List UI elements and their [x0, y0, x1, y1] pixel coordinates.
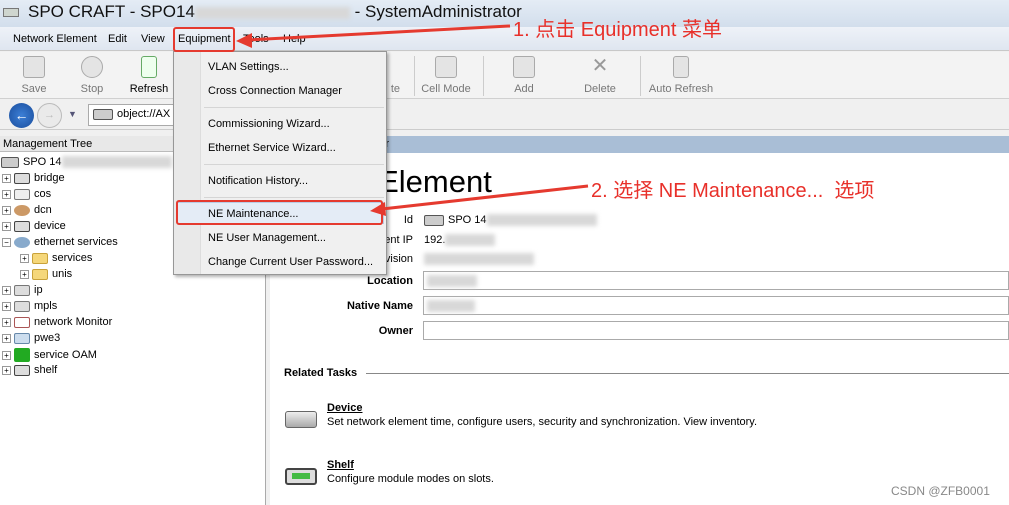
annotation-step-1: 1. 点击 Equipment 菜单	[513, 19, 722, 41]
arrow-1	[247, 24, 511, 42]
watermark: CSDN @ZFB0001	[891, 484, 990, 498]
arrowhead-2-icon	[370, 202, 386, 216]
annotation-arrows	[236, 24, 589, 216]
arrowhead-1-icon	[236, 33, 252, 48]
annotation-step-2: 2. 选择 NE Maintenance... 选项	[591, 180, 875, 202]
arrow-2	[381, 184, 589, 211]
